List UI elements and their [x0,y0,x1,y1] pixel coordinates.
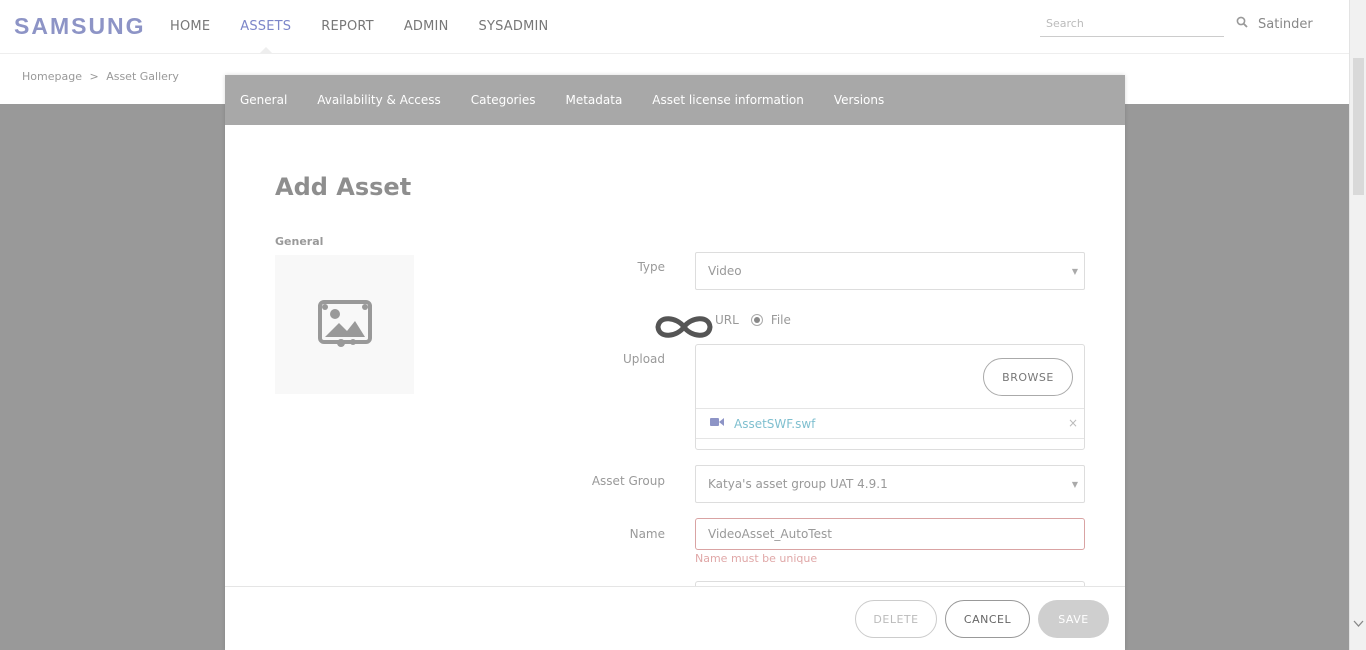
asset-thumbnail[interactable] [275,255,414,394]
search-icon[interactable] [1236,16,1248,28]
type-select-value: Video [708,264,742,278]
tab-asset-license[interactable]: Asset license information [652,93,804,107]
scrollbar-thumb[interactable] [1353,58,1364,195]
top-navigation: SAMSUNG HOME ASSETS REPORT ADMIN SYSADMI… [0,0,1349,54]
breadcrumb: Homepage > Asset Gallery [22,70,183,83]
delete-button[interactable]: DELETE [855,600,937,638]
asset-group-select[interactable]: Katya's asset group UAT 4.9.1 ▼ [695,465,1085,503]
add-asset-modal: General Availability & Access Categories… [225,75,1125,650]
breadcrumb-separator: > [89,70,99,83]
name-input[interactable] [695,518,1085,550]
search-box [1040,12,1224,37]
name-label: Name [629,527,665,541]
upload-label: Upload [622,352,665,366]
tab-metadata[interactable]: Metadata [565,93,622,107]
video-camera-icon [710,418,724,426]
asset-group-label: Asset Group [591,474,665,488]
nav-assets[interactable]: ASSETS [240,19,291,53]
type-label: Type [637,260,665,274]
uploaded-file-row: AssetSWF.swf × [696,408,1084,439]
remove-file-icon[interactable]: × [1068,416,1078,430]
breadcrumb-current[interactable]: Asset Gallery [106,70,179,83]
page-scrollbar[interactable] [1349,0,1366,650]
source-radio-group: URL File [695,313,803,327]
uploaded-file-name[interactable]: AssetSWF.swf [734,417,815,431]
section-label-general: General [275,235,324,248]
modal-footer: DELETE CANCEL SAVE [225,586,1125,650]
tab-general[interactable]: General [240,93,287,107]
modal-title: Add Asset [275,173,412,201]
radio-url-label[interactable]: URL [715,313,739,327]
name-error-message: Name must be unique [695,552,818,565]
radio-file[interactable] [750,314,763,326]
caret-down-icon: ▼ [1071,480,1078,489]
tab-categories[interactable]: Categories [471,93,536,107]
nav-sysadmin[interactable]: SYSADMIN [479,19,549,34]
tab-availability-access[interactable]: Availability & Access [317,93,440,107]
modal-tabs: General Availability & Access Categories… [225,75,1125,125]
samsung-logo[interactable]: SAMSUNG [14,13,146,40]
search-input[interactable] [1040,12,1224,35]
nav-admin[interactable]: ADMIN [404,19,449,34]
upload-dropzone[interactable]: BROWSE AssetSWF.swf × [695,344,1085,450]
save-button[interactable]: SAVE [1038,600,1109,638]
asset-group-select-value: Katya's asset group UAT 4.9.1 [708,477,888,491]
image-placeholder-icon [318,300,372,347]
type-select[interactable]: Video ▼ [695,252,1085,290]
nav-home[interactable]: HOME [170,19,210,34]
browse-button[interactable]: BROWSE [983,358,1073,396]
caret-down-icon: ▼ [1071,267,1078,276]
main-nav: HOME ASSETS REPORT ADMIN SYSADMIN [170,19,578,53]
tab-versions[interactable]: Versions [834,93,884,107]
user-menu[interactable]: Satinder [1258,17,1313,32]
nav-report[interactable]: REPORT [321,19,374,34]
cancel-button[interactable]: CANCEL [945,600,1030,638]
breadcrumb-home[interactable]: Homepage [22,70,82,83]
radio-file-label[interactable]: File [771,313,791,327]
chevron-down-icon[interactable] [1353,618,1364,629]
